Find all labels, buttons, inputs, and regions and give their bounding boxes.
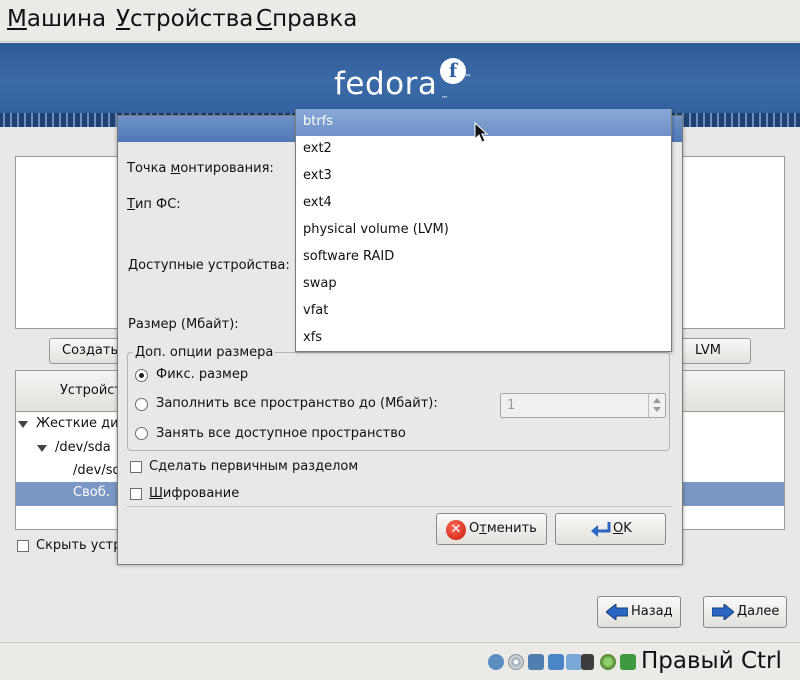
tree-item-hard-drives[interactable]: Жесткие ди — [36, 416, 119, 431]
fs-option-software-raid[interactable]: software RAID — [296, 244, 671, 271]
network-icon[interactable] — [528, 654, 544, 670]
arrow-left-icon — [606, 604, 628, 620]
shared-folders-icon[interactable] — [566, 654, 582, 670]
primary-partition-label: Сделать первичным разделом — [149, 459, 359, 474]
tree-item-sda[interactable]: /dev/sda — [55, 440, 111, 455]
ok-button[interactable]: OK — [555, 513, 666, 545]
tree-item-free: Своб. — [73, 485, 110, 500]
primary-partition-checkbox[interactable] — [130, 461, 142, 473]
mouse-cursor-icon — [474, 122, 489, 143]
enter-arrow-icon — [591, 522, 611, 537]
cancel-icon: ✕ — [446, 520, 466, 540]
fs-option-vfat[interactable]: vfat — [296, 298, 671, 325]
back-button[interactable]: Назад — [597, 596, 681, 628]
menu-devices[interactable]: Устройства — [116, 6, 253, 32]
ok-button-label: OK — [613, 521, 632, 536]
tree-header-device: Устройст — [60, 383, 123, 398]
back-button-label: Назад — [631, 604, 673, 619]
fill-to-size-label: Заполнить все пространство до (Мбайт): — [156, 396, 438, 411]
host-key-label: Правый Ctrl — [641, 648, 782, 674]
expand-triangle-icon[interactable] — [37, 445, 47, 452]
vbox-menubar: Машина Устройства Справка — [0, 0, 800, 42]
lvm-button[interactable]: LVM — [680, 338, 751, 364]
fedora-logo-text: fedora — [334, 66, 438, 102]
spinbox-arrows-icon[interactable] — [648, 394, 665, 417]
size-label: Размер (Мбайт): — [128, 317, 239, 332]
hide-devices-label: Скрыть устр — [36, 538, 122, 553]
trademark-mark: ™ — [464, 73, 472, 82]
fs-option-swap[interactable]: swap — [296, 271, 671, 298]
available-devices-label: Доступные устройства: — [128, 258, 290, 273]
fs-option-ext4[interactable]: ext4 — [296, 190, 671, 217]
fill-all-radio[interactable] — [135, 427, 148, 440]
fill-all-label: Занять все доступное пространство — [156, 426, 406, 441]
fill-to-size-spinbox[interactable] — [500, 393, 666, 418]
fixed-size-radio[interactable] — [135, 369, 148, 382]
keyboard-capture-icon[interactable] — [620, 654, 636, 670]
hard-disk-icon[interactable] — [488, 654, 504, 670]
mount-point-label: Точка монтирования: — [127, 161, 274, 176]
mouse-integration-icon[interactable] — [600, 654, 616, 670]
expand-triangle-icon[interactable] — [18, 421, 28, 428]
encrypt-checkbox[interactable] — [130, 488, 142, 500]
size-options-legend: Доп. опции размера — [133, 345, 276, 360]
capture-icon[interactable] — [581, 654, 594, 670]
fedora-logo-icon: f — [440, 58, 466, 84]
fixed-size-label: Фикс. размер — [156, 367, 249, 382]
usb-icon[interactable] — [548, 654, 564, 670]
next-button-label: Далее — [737, 604, 780, 619]
fs-option-ext3[interactable]: ext3 — [296, 163, 671, 190]
optical-disk-icon[interactable] — [508, 654, 524, 670]
arrow-right-icon — [712, 604, 734, 620]
menu-help[interactable]: Справка — [256, 6, 357, 32]
dialog-separator — [127, 506, 672, 507]
fs-option-lvm-pv[interactable]: physical volume (LVM) — [296, 217, 671, 244]
fill-to-size-radio[interactable] — [135, 398, 148, 411]
tree-item-sda-partition[interactable]: /dev/sd — [73, 463, 121, 478]
next-button[interactable]: Далее — [703, 596, 787, 628]
trademark-mark-2: ™ — [441, 95, 448, 103]
fs-type-label: Тип ФС: — [127, 197, 181, 212]
encrypt-label: Шифрование — [149, 486, 240, 501]
cancel-button-label: Отменить — [469, 521, 537, 536]
hide-devices-checkbox[interactable] — [17, 540, 29, 552]
fs-option-xfs[interactable]: xfs — [296, 325, 671, 352]
fill-to-size-value: 1 — [507, 398, 516, 413]
menu-machine[interactable]: Машина — [7, 6, 106, 32]
